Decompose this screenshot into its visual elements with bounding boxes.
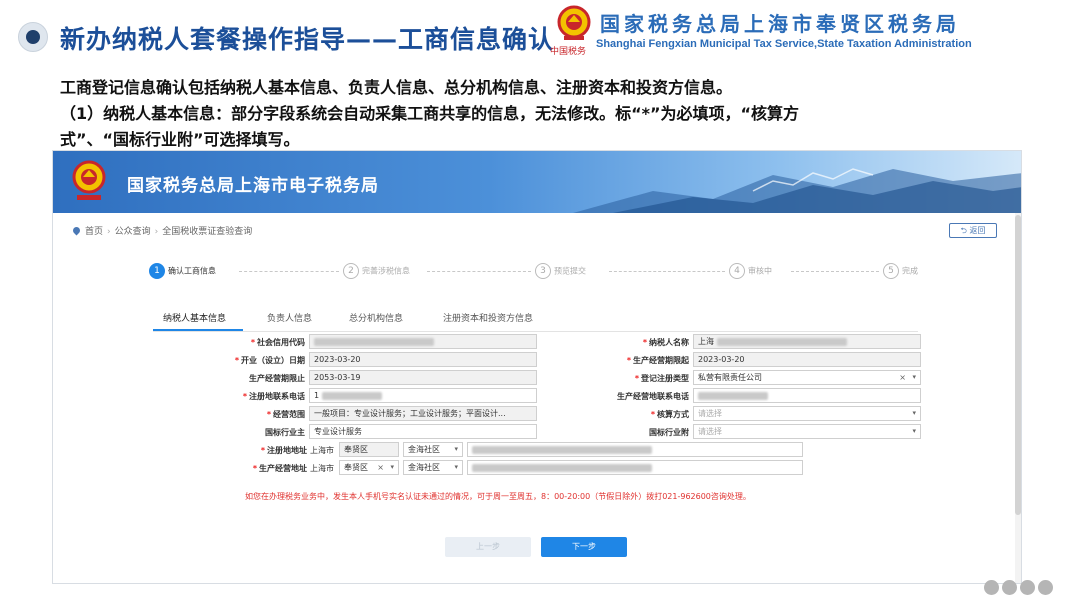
location-pin-icon <box>71 225 82 236</box>
period-end-label: 生产经营期限止 <box>249 374 305 383</box>
tab-capital-investors[interactable]: 注册资本和投资方信息 <box>443 311 533 324</box>
tab-taxpayer-basic-info[interactable]: 纳税人基本信息 <box>163 311 226 324</box>
portal-logo-icon <box>72 160 106 200</box>
step-under-review: 4 审核中 <box>729 263 772 279</box>
phone-verification-notice: 如您在办理税务业务中，发生本人手机号实名认证未通过的情况，可于周一至周五，8：0… <box>245 492 751 501</box>
credit-code-label: * 社会信用代码 <box>250 338 305 347</box>
open-date-label: * 开业（设立）日期 <box>234 356 305 365</box>
active-tab-indicator <box>153 329 243 331</box>
industry-sub-select[interactable]: 请选择 ▾ <box>693 424 921 439</box>
slide: 新办纳税人套餐操作指导——工商信息确认 中国税务 国家税务总局上海市奉贤区税务局… <box>0 0 1080 608</box>
portal-banner: 国家税务总局上海市电子税务局 <box>53 151 1021 213</box>
biz-addr-label: * 生产经营地址 <box>252 464 307 473</box>
breadcrumb-home[interactable]: 首页 <box>85 227 103 237</box>
chevron-down-icon: ▾ <box>912 427 916 435</box>
intro-line-2: （1）纳税人基本信息：部分字段系统会自动采集工商共享的信息，无法修改。标“*”为… <box>60 104 800 123</box>
industry-label: 国标行业主 <box>265 428 305 437</box>
slide-page-dots <box>984 580 1056 599</box>
biz-addr-city: 上海市 <box>310 464 334 473</box>
breadcrumb: 首页 › 公众查询 › 全国税收票证查验查询 <box>71 224 253 237</box>
industry-sub-label: 国标行业附 <box>649 428 689 437</box>
tab-responsible-person[interactable]: 负责人信息 <box>267 311 312 324</box>
step-complete-tax-info: 2 完善涉税信息 <box>343 263 410 279</box>
step-connector <box>609 271 725 272</box>
scope-label: * 经营范围 <box>266 410 305 419</box>
reg-addr-detail[interactable] <box>467 442 803 457</box>
industry-field[interactable]: 专业设计服务 <box>309 424 537 439</box>
page-dot <box>984 580 999 595</box>
step-preview-submit: 3 预览提交 <box>535 263 586 279</box>
clear-icon[interactable]: × <box>899 371 906 384</box>
chevron-down-icon: ▾ <box>454 445 458 453</box>
taxpayer-name-label: * 纳税人名称 <box>642 338 689 347</box>
biz-addr-town-select[interactable]: 金海社区 ▾ <box>403 460 463 475</box>
tax-emblem-icon <box>557 5 591 40</box>
office-name-en: Shanghai Fengxian Municipal Tax Service,… <box>596 38 972 50</box>
step-confirm-business-info: 1 确认工商信息 <box>149 263 216 279</box>
biz-phone-label: 生产经营地联系电话 <box>617 392 689 401</box>
chevron-down-icon: ▾ <box>912 409 916 417</box>
reg-type-label: * 登记注册类型 <box>634 374 689 383</box>
page-dot <box>1020 580 1035 595</box>
reg-addr-town-select[interactable]: 金海社区 ▾ <box>403 442 463 457</box>
scope-field: 一般项目：专业设计服务；工业设计服务；平面设计... <box>309 406 537 421</box>
portal-screenshot: 国家税务总局上海市电子税务局 首页 › 公众查询 › 全国税收票证查验查询 ⮌ 返回 1… <box>52 150 1022 584</box>
step-connector <box>427 271 531 272</box>
next-step-button[interactable]: 下一步 <box>541 537 627 557</box>
accounting-label: * 核算方式 <box>650 410 689 419</box>
scrollbar-thumb[interactable] <box>1015 215 1021 515</box>
chevron-down-icon: ▾ <box>454 463 458 471</box>
biz-addr-district-select[interactable]: 奉贤区 × ▾ <box>339 460 399 475</box>
period-start-label: * 生产经营期限起 <box>626 356 689 365</box>
step-connector <box>239 271 339 272</box>
biz-addr-detail[interactable] <box>467 460 803 475</box>
breadcrumb-public-query[interactable]: 公众查询 <box>115 227 151 237</box>
intro-line-3: 式”、“国标行业附”可选择填写。 <box>60 130 300 149</box>
taxpayer-name-field: 上海 <box>693 334 921 349</box>
emblem-signature: 中国税务 <box>550 47 587 57</box>
period-start-field: 2023-03-20 <box>693 352 921 367</box>
period-end-field: 2053-03-19 <box>309 370 537 385</box>
reg-addr-city: 上海市 <box>310 446 334 455</box>
step-connector <box>791 271 879 272</box>
biz-phone-field[interactable] <box>693 388 921 403</box>
reg-phone-field[interactable]: 1 <box>309 388 537 403</box>
intro-line-1: 工商登记信息确认包括纳税人基本信息、负责人信息、总分机构信息、注册资本和投资方信… <box>60 78 733 97</box>
portal-title: 国家税务总局上海市电子税务局 <box>127 176 379 196</box>
clear-icon[interactable]: × <box>377 461 384 474</box>
slide-title: 新办纳税人套餐操作指导——工商信息确认 <box>60 25 555 54</box>
office-name-cn: 国家税务总局上海市奉贤区税务局 <box>600 12 960 36</box>
reg-phone-label: * 注册地联系电话 <box>242 392 305 401</box>
reg-type-select[interactable]: 私营有限责任公司 × ▾ <box>693 370 921 385</box>
prev-step-button[interactable]: 上一步 <box>445 537 531 557</box>
reg-addr-district: 奉贤区 <box>339 442 399 457</box>
breadcrumb-current: 全国税收票证查验查询 <box>162 227 253 237</box>
tab-branch-info[interactable]: 总分机构信息 <box>349 311 403 324</box>
page-dot <box>1002 580 1017 595</box>
credit-code-field <box>309 334 537 349</box>
step-done: 5 完成 <box>883 263 918 279</box>
chevron-down-icon: ▾ <box>912 373 916 381</box>
tab-divider <box>153 331 918 332</box>
title-bullet-icon <box>18 22 48 52</box>
chevron-down-icon: ▾ <box>390 463 394 471</box>
accounting-select[interactable]: 请选择 ▾ <box>693 406 921 421</box>
reg-addr-label: * 注册地地址 <box>260 446 307 455</box>
back-button[interactable]: ⮌ 返回 <box>949 223 997 238</box>
open-date-field: 2023-03-20 <box>309 352 537 367</box>
page-dot <box>1038 580 1053 595</box>
